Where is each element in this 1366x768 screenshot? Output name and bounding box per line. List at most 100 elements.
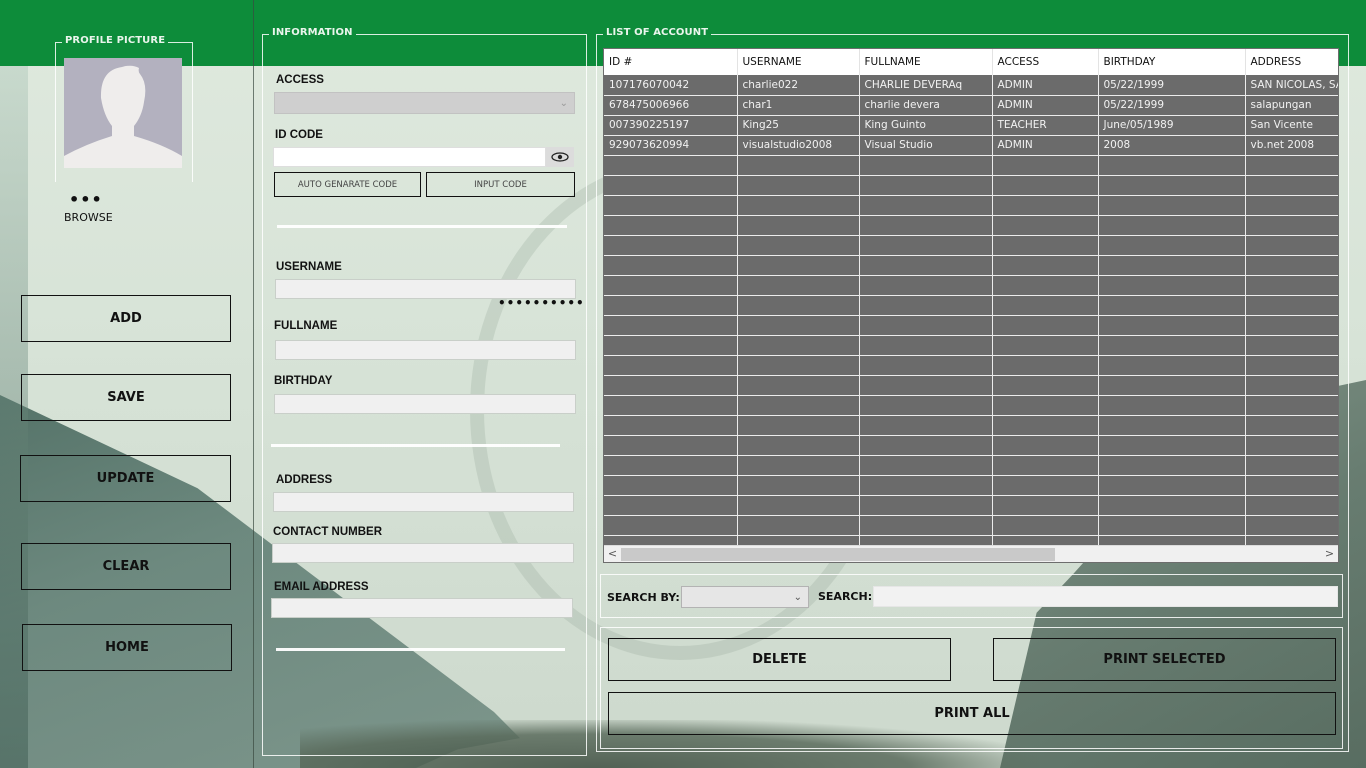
table-cell <box>1098 275 1246 296</box>
table-cell[interactable]: vb.net 2008 <box>1245 135 1338 156</box>
table-cell[interactable]: 05/22/1999 <box>1098 95 1246 116</box>
table-cell[interactable]: ADMIN <box>992 95 1099 116</box>
table-cell[interactable]: San Vicente <box>1245 115 1338 136</box>
table-row[interactable]: 007390225197 King25 King Guinto TEACHER June… <box>604 115 1338 136</box>
column-header[interactable]: BIRTHDAY <box>1098 49 1246 75</box>
table-cell <box>1098 515 1246 536</box>
table-cell[interactable]: King Guinto <box>859 115 993 136</box>
table-cell <box>604 235 738 256</box>
print-all-button[interactable]: PRINT ALL <box>608 692 1336 735</box>
table-cell <box>1245 455 1338 476</box>
birthday-input[interactable] <box>274 394 576 414</box>
table-cell[interactable]: 007390225197 <box>604 115 738 136</box>
scroll-left-arrow-icon[interactable]: < <box>604 546 621 562</box>
column-header[interactable]: USERNAME <box>737 49 860 75</box>
table-cell <box>859 395 993 416</box>
table-cell[interactable]: SAN NICOLAS, SA <box>1245 75 1338 96</box>
input-code-button[interactable]: INPUT CODE <box>426 172 575 197</box>
address-input[interactable] <box>273 492 574 512</box>
table-cell <box>1098 395 1246 416</box>
add-button[interactable]: ADD <box>21 295 231 342</box>
table-cell <box>604 335 738 356</box>
table-cell[interactable]: salapungan <box>1245 95 1338 116</box>
table-cell[interactable]: 2008 <box>1098 135 1246 156</box>
scrollbar-thumb[interactable] <box>621 548 1055 561</box>
table-cell <box>1245 395 1338 416</box>
table-cell[interactable]: visualstudio2008 <box>737 135 860 156</box>
table-cell <box>604 475 738 496</box>
table-cell[interactable]: 678475006966 <box>604 95 738 116</box>
table-cell[interactable]: June/05/1989 <box>1098 115 1246 136</box>
column-header[interactable]: ACCESS <box>992 49 1099 75</box>
table-cell <box>859 495 993 516</box>
table-cell[interactable]: charlie devera <box>859 95 993 116</box>
access-select[interactable]: ⌄ <box>274 92 575 114</box>
table-cell <box>992 415 1099 436</box>
table-cell <box>992 295 1099 316</box>
table-row[interactable]: 929073620994 visualstudio2008 Visual Studi… <box>604 135 1338 156</box>
print-selected-button[interactable]: PRINT SELECTED <box>993 638 1336 681</box>
table-cell <box>1245 215 1338 236</box>
auto-generate-code-button[interactable]: AUTO GENARATE CODE <box>274 172 421 197</box>
profile-picture[interactable] <box>64 58 182 168</box>
table-cell[interactable]: CHARLIE DEVERAq <box>859 75 993 96</box>
table-cell[interactable]: char1 <box>737 95 860 116</box>
delete-button[interactable]: DELETE <box>608 638 951 681</box>
table-cell <box>1098 155 1246 176</box>
id-code-input[interactable] <box>273 147 546 167</box>
table-cell <box>859 275 993 296</box>
search-by-select[interactable]: ⌄ <box>681 586 809 608</box>
table-cell <box>604 155 738 176</box>
browse-button[interactable]: ••• <box>69 190 103 209</box>
table-cell[interactable]: Visual Studio <box>859 135 993 156</box>
column-header[interactable]: FULLNAME <box>859 49 993 75</box>
table-row[interactable]: 678475006966 char1 charlie devera ADMIN 05/2… <box>604 95 1338 116</box>
table-cell <box>737 475 860 496</box>
search-input[interactable] <box>873 586 1338 607</box>
contact-number-input[interactable] <box>272 543 574 563</box>
user-silhouette-icon <box>64 65 182 168</box>
table-cell[interactable]: ADMIN <box>992 135 1099 156</box>
fullname-input[interactable] <box>275 340 576 360</box>
email-address-input[interactable] <box>271 598 573 618</box>
table-cell <box>992 315 1099 336</box>
save-button[interactable]: SAVE <box>21 374 231 421</box>
password-field[interactable]: •••••••••• <box>498 297 585 309</box>
empty-table-row <box>604 455 1338 476</box>
empty-table-row <box>604 515 1338 536</box>
table-cell[interactable]: 05/22/1999 <box>1098 75 1246 96</box>
table-cell <box>737 455 860 476</box>
accounts-grid[interactable]: ID # USERNAME FULLNAME ACCESS BIRTHDAY ADDRES… <box>603 48 1339 563</box>
scroll-right-arrow-icon[interactable]: > <box>1321 546 1338 562</box>
table-cell <box>1098 455 1246 476</box>
username-label: USERNAME <box>276 261 342 273</box>
table-cell <box>1245 195 1338 216</box>
clear-button[interactable]: CLEAR <box>21 543 231 590</box>
column-header[interactable]: ADDRESS <box>1245 49 1338 75</box>
table-cell <box>859 155 993 176</box>
table-cell <box>604 375 738 396</box>
table-cell <box>992 335 1099 356</box>
address-label: ADDRESS <box>276 474 333 486</box>
horizontal-scrollbar[interactable]: < > <box>604 545 1338 562</box>
table-cell <box>737 495 860 516</box>
table-cell[interactable]: King25 <box>737 115 860 136</box>
empty-table-row <box>604 155 1338 176</box>
table-cell <box>1098 175 1246 196</box>
table-cell[interactable]: TEACHER <box>992 115 1099 136</box>
table-row[interactable]: 107176070042 charlie022 CHARLIE DEVERAq ADM… <box>604 75 1338 96</box>
table-cell[interactable]: 107176070042 <box>604 75 738 96</box>
table-cell <box>604 455 738 476</box>
table-cell <box>992 355 1099 376</box>
table-cell[interactable]: ADMIN <box>992 75 1099 96</box>
table-cell <box>737 315 860 336</box>
table-cell[interactable]: 929073620994 <box>604 135 738 156</box>
table-cell <box>1245 415 1338 436</box>
table-cell <box>992 215 1099 236</box>
table-cell[interactable]: charlie022 <box>737 75 860 96</box>
show-code-button[interactable] <box>546 147 574 167</box>
table-cell <box>1098 195 1246 216</box>
home-button[interactable]: HOME <box>22 624 232 671</box>
update-button[interactable]: UPDATE <box>20 455 231 502</box>
column-header[interactable]: ID # <box>604 49 738 75</box>
